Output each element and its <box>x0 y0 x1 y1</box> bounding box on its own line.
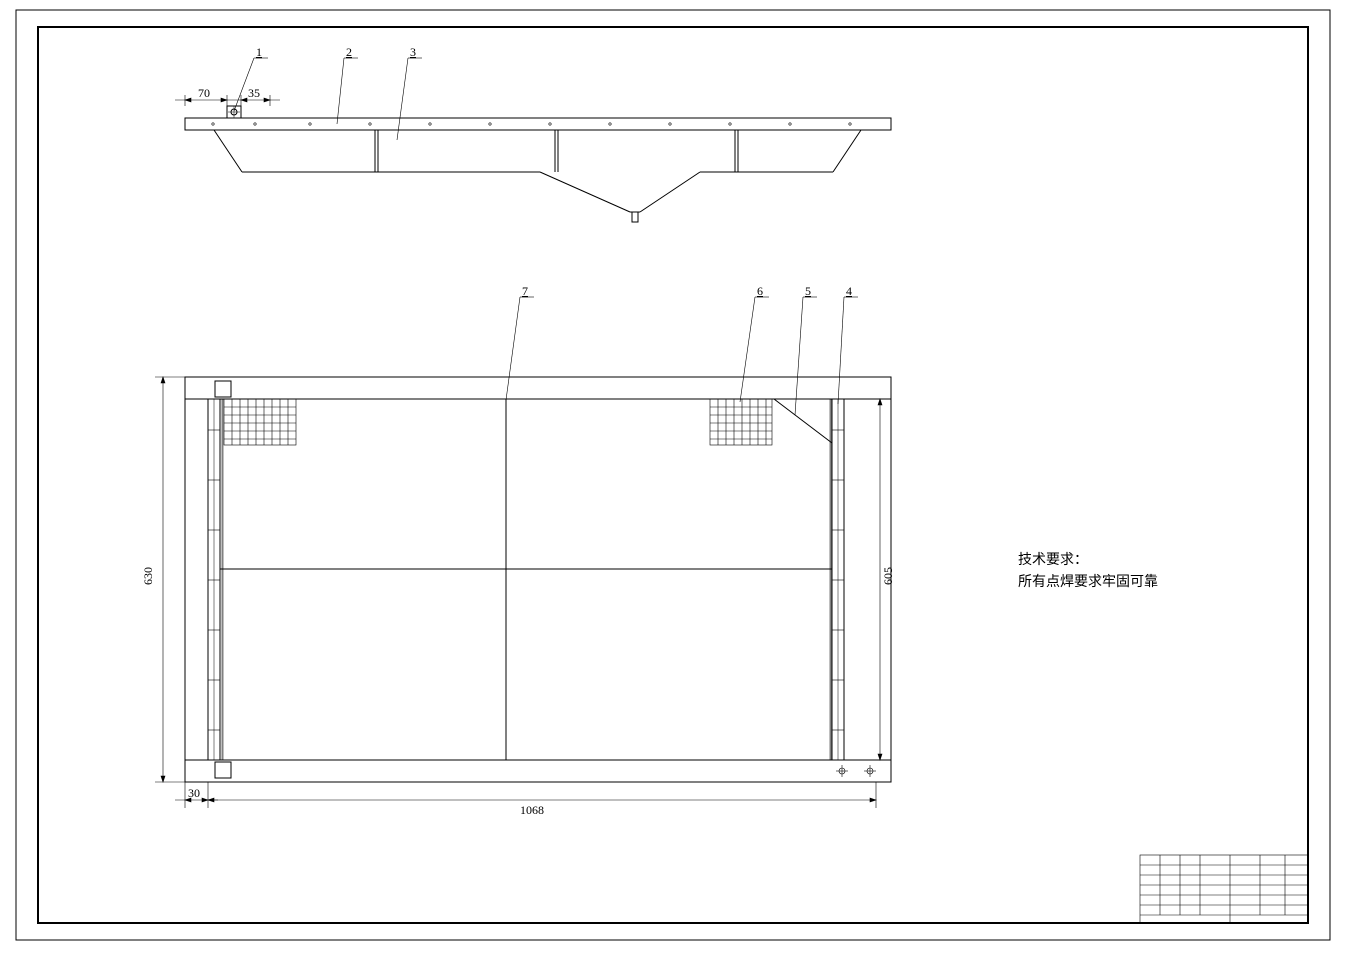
tech-requirements: 技术要求： 所有点焊要求牢固可靠 <box>1018 550 1158 595</box>
note-title: 技术要求： <box>1018 550 1158 572</box>
inner-border <box>38 27 1308 923</box>
callout-2: 2 <box>346 45 352 59</box>
dim-630 <box>155 377 185 782</box>
hatch-right <box>710 399 772 445</box>
callout-1: 1 <box>256 45 262 59</box>
callout-4: 4 <box>846 284 852 298</box>
drawing-sheet: 70 35 1 2 3 <box>0 0 1346 957</box>
hatch-left <box>224 399 296 445</box>
dim-35-text: 35 <box>248 86 260 100</box>
note-line1: 所有点焊要求牢固可靠 <box>1018 572 1158 594</box>
drawing-svg: 70 35 1 2 3 <box>0 0 1346 957</box>
titleblock-frame <box>1140 855 1308 923</box>
dim-630-text: 630 <box>141 567 155 585</box>
elevation-view: 70 35 1 2 3 <box>175 45 891 222</box>
callout-5: 5 <box>805 284 811 298</box>
plan-view: 7 6 5 4 630 605 <box>141 284 895 817</box>
callout-3: 3 <box>410 45 416 59</box>
callout-7: 7 <box>522 284 528 298</box>
dim-1068-text: 1068 <box>520 803 544 817</box>
dim-30-text: 30 <box>188 786 200 800</box>
dim-70-text: 70 <box>198 86 210 100</box>
callout-6: 6 <box>757 284 763 298</box>
dim-605-text: 605 <box>881 567 895 585</box>
